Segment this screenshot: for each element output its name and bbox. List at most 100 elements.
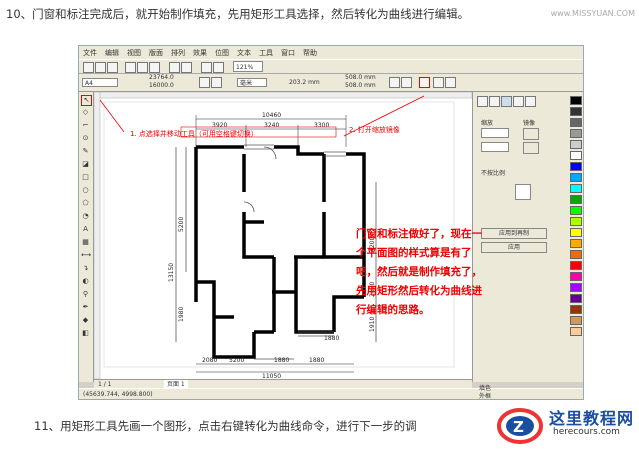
new-file-icon[interactable] <box>83 62 94 73</box>
undo-icon[interactable] <box>169 62 180 73</box>
annotation-pick-tool: 1. 点选择并移动工具（可用空格键切换） <box>130 129 258 138</box>
palette-swatch[interactable] <box>570 184 582 193</box>
rotate-icon[interactable] <box>489 96 500 107</box>
property-bar: A4 23764.0 16000.0 毫米 203.2 mm 508.0 mm … <box>79 74 583 92</box>
palette-swatch[interactable] <box>570 162 582 171</box>
menu-item-10[interactable]: 帮助 <box>303 48 317 58</box>
ellipse-tool-icon[interactable]: ○ <box>81 186 90 195</box>
menu-item-6[interactable]: 位图 <box>215 48 229 58</box>
import-icon[interactable] <box>201 62 212 73</box>
palette-swatch[interactable] <box>570 217 582 226</box>
palette-swatch[interactable] <box>570 173 582 182</box>
palette-swatch[interactable] <box>570 129 582 138</box>
blend-tool-icon[interactable]: ◐ <box>81 277 90 286</box>
redo-icon[interactable] <box>181 62 192 73</box>
outline-status: 外框 <box>479 393 492 400</box>
palette-swatch[interactable] <box>570 228 582 237</box>
anchor-grid[interactable] <box>515 184 531 200</box>
menu-item-0[interactable]: 文件 <box>83 48 97 58</box>
outline-tool-icon[interactable]: ✒ <box>81 303 90 312</box>
pick-tool-icon[interactable]: ↖ <box>81 95 92 106</box>
width-field[interactable]: 23764.0 <box>149 74 174 81</box>
position-icon[interactable] <box>477 96 488 107</box>
menu-item-8[interactable]: 工具 <box>259 48 273 58</box>
palette-swatch[interactable] <box>570 96 582 105</box>
palette-swatch[interactable] <box>570 250 582 259</box>
polygon-tool-icon[interactable]: ⬠ <box>81 199 90 208</box>
skew-icon[interactable] <box>525 96 536 107</box>
copy-icon[interactable] <box>137 62 148 73</box>
zoom-select[interactable]: 121% <box>233 61 263 72</box>
palette-swatch[interactable] <box>570 261 582 270</box>
open-file-icon[interactable] <box>95 62 106 73</box>
palette-swatch[interactable] <box>570 294 582 303</box>
palette-swatch[interactable] <box>570 239 582 248</box>
palette-swatch[interactable] <box>570 305 582 314</box>
portrait-icon[interactable] <box>199 77 210 88</box>
palette-swatch[interactable] <box>570 107 582 116</box>
site-name[interactable]: 这里教程网 <box>549 405 634 429</box>
mirror-h-button[interactable] <box>523 128 539 140</box>
freehand-tool-icon[interactable]: ✎ <box>81 147 90 156</box>
menu-item-4[interactable]: 排列 <box>171 48 185 58</box>
interactive-fill-icon[interactable]: ◧ <box>81 329 90 338</box>
palette-swatch[interactable] <box>570 316 582 325</box>
units-select[interactable]: 毫米 <box>237 78 267 87</box>
zoom-tool-icon[interactable]: ⊙ <box>81 134 90 143</box>
crop-tool-icon[interactable]: ⌐ <box>81 121 90 130</box>
dim-bottom-2: 5200 <box>229 357 244 364</box>
export-icon[interactable] <box>213 62 224 73</box>
menu-item-9[interactable]: 窗口 <box>281 48 295 58</box>
scale-mirror-icon[interactable] <box>419 77 430 88</box>
mirror-v-button[interactable] <box>523 142 539 154</box>
landscape-icon[interactable] <box>211 77 222 88</box>
palette-swatch[interactable] <box>570 206 582 215</box>
basic-shapes-icon[interactable]: ◔ <box>81 212 90 221</box>
connector-tool-icon[interactable]: ↴ <box>81 264 90 273</box>
palette-swatch[interactable] <box>570 118 582 127</box>
transform-icon[interactable] <box>433 77 444 88</box>
top-watermark: www.MISSYUAN.COM <box>550 9 635 18</box>
palette-swatch[interactable] <box>570 151 582 160</box>
shape-tool-icon[interactable]: ◇ <box>81 108 90 117</box>
smart-fill-icon[interactable]: ◪ <box>81 160 90 169</box>
cut-icon[interactable] <box>125 62 136 73</box>
fill-tool-icon[interactable]: ◆ <box>81 316 90 325</box>
rectangle-tool-icon[interactable]: □ <box>81 173 90 182</box>
text-tool-icon[interactable]: A <box>81 225 90 234</box>
menu-item-2[interactable]: 视图 <box>127 48 141 58</box>
color-palette <box>567 92 583 382</box>
palette-swatch[interactable] <box>570 140 582 149</box>
menu-item-5[interactable]: 效果 <box>193 48 207 58</box>
scale-h-field[interactable] <box>481 128 509 138</box>
page-options-icon[interactable] <box>401 77 412 88</box>
scale-icon[interactable] <box>501 96 512 107</box>
eyedropper-tool-icon[interactable]: ⚲ <box>81 290 90 299</box>
paper-size-select[interactable]: A4 <box>82 78 118 87</box>
save-icon[interactable] <box>107 62 118 73</box>
menu-bar: 文件 编辑 视图 版面 排列 效果 位图 文本 工具 窗口 帮助 <box>79 46 583 59</box>
menu-item-3[interactable]: 版面 <box>149 48 163 58</box>
site-url[interactable]: herecours.com <box>553 427 620 437</box>
ratio-checkbox[interactable]: 不按比例 <box>481 168 505 177</box>
options-icon[interactable] <box>445 77 456 88</box>
duplicate-y-field[interactable]: 508.0 mm <box>345 82 376 89</box>
palette-swatch[interactable] <box>570 327 582 336</box>
menu-item-1[interactable]: 编辑 <box>105 48 119 58</box>
dimension-tool-icon[interactable]: ⟷ <box>81 251 91 260</box>
palette-swatch[interactable] <box>570 195 582 204</box>
scale-v-field[interactable] <box>481 142 509 152</box>
table-tool-icon[interactable]: ▦ <box>81 238 90 247</box>
duplicate-x-field[interactable]: 508.0 mm <box>345 74 376 81</box>
nudge-field[interactable]: 203.2 mm <box>289 79 320 86</box>
page-layout-icon[interactable] <box>389 77 400 88</box>
palette-swatch[interactable] <box>570 272 582 281</box>
menu-item-7[interactable]: 文本 <box>237 48 251 58</box>
palette-swatch[interactable] <box>570 283 582 292</box>
size-icon[interactable] <box>513 96 524 107</box>
dim-bottom-5: 1880 <box>324 335 339 342</box>
toolbox: ↖ ◇ ⌐ ⊙ ✎ ◪ □ ○ ⬠ ◔ A ▦ ⟷ ↴ ◐ ⚲ ✒ ◆ ◧ <box>79 92 94 382</box>
height-field[interactable]: 16000.0 <box>149 82 174 89</box>
paste-icon[interactable] <box>149 62 160 73</box>
walls <box>194 145 366 359</box>
